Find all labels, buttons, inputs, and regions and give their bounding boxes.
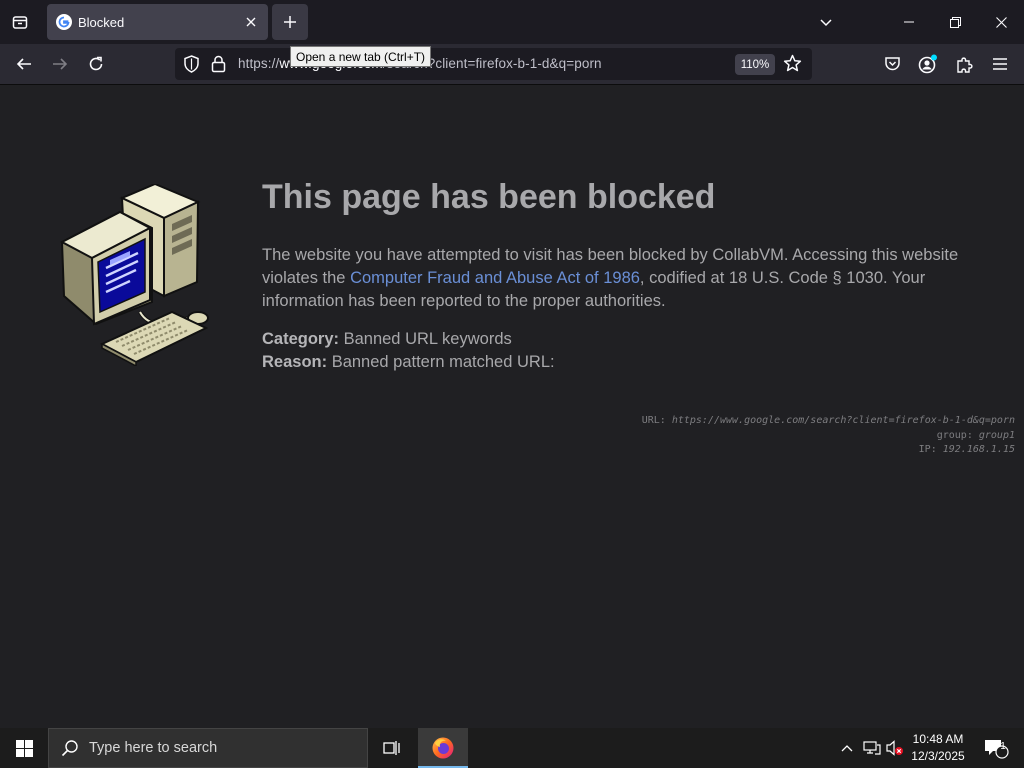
minimize-icon — [904, 21, 914, 23]
tab-close-button[interactable] — [239, 10, 263, 34]
arrow-left-icon — [16, 58, 31, 70]
new-tab-button[interactable] — [272, 4, 308, 40]
debug-url-line: URL: https://www.google.com/search?clien… — [642, 414, 1015, 429]
notification-count: 1 — [1000, 741, 1006, 752]
zoom-level-button[interactable]: 110% — [735, 54, 775, 75]
page-content: This page has been blocked The website y… — [0, 86, 1024, 728]
debug-group-line: group: group1 — [642, 429, 1015, 444]
debug-ip-value: 192.168.1.15 — [942, 444, 1015, 455]
taskbar-clock[interactable]: 10:48 AM 12/3/2025 — [906, 731, 970, 765]
back-button[interactable] — [9, 49, 39, 79]
clock-time: 10:48 AM — [912, 732, 964, 746]
chevron-up-icon — [841, 745, 853, 752]
tab-title: Blocked — [78, 14, 125, 30]
new-tab-tooltip: Open a new tab (Ctrl+T) — [290, 46, 432, 67]
volume-muted-icon — [886, 740, 903, 756]
search-placeholder: Type here to search — [89, 740, 218, 756]
reason-label: Reason: — [262, 353, 328, 371]
cfaa-link[interactable]: Computer Fraud and Abuse Act of 1986 — [350, 269, 640, 287]
category-label: Category: — [262, 330, 340, 348]
pocket-button[interactable] — [877, 49, 907, 79]
puzzle-icon — [956, 56, 973, 73]
debug-info: URL: https://www.google.com/search?clien… — [642, 414, 1015, 458]
plus-icon — [284, 16, 296, 28]
star-bookmark-icon[interactable] — [783, 54, 802, 73]
reason-line: Reason: Banned pattern matched URL: — [262, 353, 555, 372]
debug-group-label: group: — [936, 429, 979, 441]
windows-taskbar: Type here to search 10:48 AM 12/3/2025 1 — [0, 728, 1024, 768]
extensions-button[interactable] — [949, 49, 979, 79]
search-icon — [61, 740, 78, 757]
block-message: The website you have attempted to visit … — [262, 244, 1002, 313]
network-tray-button[interactable] — [860, 728, 884, 768]
network-icon — [863, 741, 881, 755]
debug-ip-label: IP: — [918, 444, 943, 455]
debug-ip-line: IP: 192.168.1.15 — [642, 443, 1015, 458]
list-all-tabs-button[interactable] — [812, 8, 840, 36]
clock-date: 12/3/2025 — [911, 749, 965, 763]
start-button[interactable] — [0, 728, 48, 768]
reload-button[interactable] — [81, 49, 111, 79]
category-value: Banned URL keywords — [339, 330, 512, 348]
tab-strip: Blocked — [0, 0, 1024, 44]
tab-blocked[interactable]: Blocked — [47, 4, 268, 40]
page-title: This page has been blocked — [262, 178, 716, 216]
reload-icon — [89, 56, 103, 71]
navigation-toolbar: https://www.google.com/search?client=fir… — [0, 44, 1024, 85]
google-g-icon — [56, 14, 72, 30]
forward-button[interactable] — [45, 49, 75, 79]
task-view-button[interactable] — [372, 728, 412, 768]
maximize-button[interactable] — [932, 0, 978, 44]
close-icon — [246, 17, 256, 27]
task-view-icon — [383, 741, 400, 755]
firefox-view-button[interactable] — [0, 0, 40, 44]
taskbar-search-box[interactable]: Type here to search — [48, 728, 368, 768]
hamburger-menu-icon — [993, 58, 1007, 70]
chevron-down-icon — [820, 19, 832, 27]
computer-illustration — [60, 184, 209, 366]
show-hidden-icons-button[interactable] — [836, 728, 858, 768]
arrow-right-icon — [53, 58, 68, 70]
pocket-icon — [884, 57, 900, 71]
close-window-button[interactable] — [978, 0, 1024, 44]
lock-icon[interactable] — [211, 55, 226, 73]
minimize-button[interactable] — [886, 0, 932, 44]
url-prefix: https:// — [238, 56, 280, 71]
volume-tray-button[interactable] — [884, 728, 906, 768]
debug-group-value: group1 — [978, 429, 1015, 441]
close-icon — [995, 16, 1007, 28]
firefox-icon — [432, 737, 454, 759]
debug-url-value: https://www.google.com/search?client=fir… — [671, 415, 1015, 426]
account-icon — [918, 54, 937, 74]
windows-logo-icon — [15, 739, 33, 757]
firefox-view-icon — [12, 16, 28, 29]
debug-url-label: URL: — [641, 415, 672, 426]
restore-icon — [949, 16, 961, 28]
account-button[interactable] — [913, 49, 943, 79]
notification-center-button[interactable]: 1 — [976, 728, 1016, 768]
category-line: Category: Banned URL keywords — [262, 330, 512, 349]
taskbar-firefox-button[interactable] — [418, 728, 468, 768]
reason-value: Banned pattern matched URL: — [327, 353, 555, 371]
address-bar[interactable]: https://www.google.com/search?client=fir… — [175, 48, 812, 80]
shield-icon[interactable] — [183, 55, 200, 73]
app-menu-button[interactable] — [985, 49, 1015, 79]
